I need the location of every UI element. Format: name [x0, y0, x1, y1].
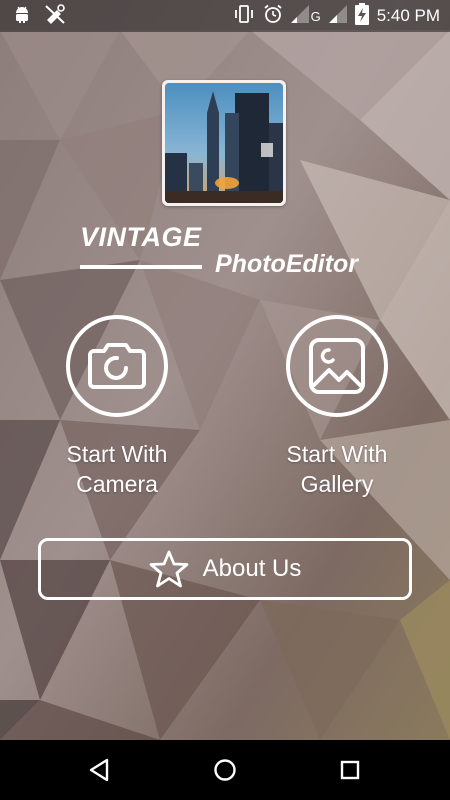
about-us-label: About Us: [202, 555, 302, 582]
brand-title-photoeditor: PhotoEditor: [215, 250, 359, 278]
alarm-icon: [263, 4, 283, 29]
gallery-circle[interactable]: [286, 315, 388, 417]
status-left-icons: [12, 3, 66, 29]
status-right-icons: G 5:40 PM: [233, 2, 440, 30]
camera-icon: [88, 343, 146, 389]
home-circle-icon: [214, 759, 236, 781]
app-logo-image: [162, 80, 286, 206]
app-screen: G 5:40 PM VINTAGE PhotoEditor Start With…: [0, 0, 450, 800]
nav-recents-button[interactable]: [330, 754, 370, 786]
nav-home-button[interactable]: [205, 754, 245, 786]
start-with-camera-button[interactable]: Start With Camera: [42, 315, 192, 499]
network-type-label: G: [310, 8, 321, 24]
status-bar: G 5:40 PM: [0, 0, 450, 32]
debug-off-icon: [44, 3, 66, 29]
camera-label-line2: Camera: [76, 471, 158, 497]
recents-square-icon: [340, 760, 360, 780]
brand-underline: [80, 265, 202, 269]
gallery-label-line2: Gallery: [300, 471, 374, 497]
gallery-label-line1: Start With: [286, 441, 388, 467]
status-time: 5:40 PM: [376, 6, 440, 25]
signal-weak-icon: [290, 4, 309, 28]
battery-charging-icon: [354, 2, 369, 30]
signal-icon: [328, 4, 347, 28]
about-us-button[interactable]: About Us: [38, 538, 412, 600]
brand-title-vintage: VINTAGE: [80, 222, 202, 252]
nav-back-button[interactable]: [79, 754, 119, 786]
image-icon: [309, 338, 365, 394]
gallery-label: Start With Gallery: [262, 439, 412, 499]
back-triangle-icon: [89, 758, 109, 782]
camera-circle[interactable]: [66, 315, 168, 417]
star-icon: [149, 550, 189, 588]
start-with-gallery-button[interactable]: Start With Gallery: [262, 315, 412, 499]
vibrate-icon: [233, 4, 255, 29]
camera-label-line1: Start With: [66, 441, 168, 467]
camera-label: Start With Camera: [42, 439, 192, 499]
android-icon: [12, 4, 32, 29]
system-navigation-bar: [0, 740, 450, 800]
